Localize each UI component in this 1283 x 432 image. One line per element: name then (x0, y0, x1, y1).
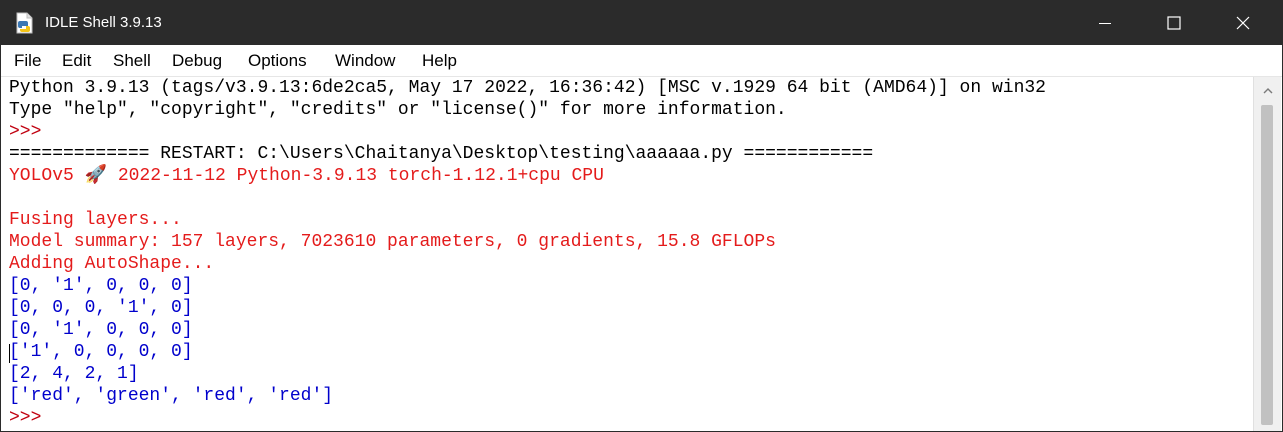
stdout-line: [0, 0, 0, '1', 0] (9, 298, 193, 318)
close-icon (1236, 16, 1250, 30)
menu-options[interactable]: Options (248, 51, 307, 71)
stderr-line-yolo: YOLOv5 🚀 2022-11-12 Python-3.9.13 torch-… (9, 166, 604, 186)
menu-window[interactable]: Window (335, 51, 395, 71)
stdout-line: [2, 4, 2, 1] (9, 364, 139, 384)
vertical-scrollbar[interactable] (1253, 77, 1281, 431)
scroll-thumb[interactable] (1261, 105, 1273, 425)
menu-edit[interactable]: Edit (62, 51, 91, 71)
shell-prompt: >>> (9, 122, 53, 142)
idle-shell-window: IDLE Shell 3.9.13 File Edit Shell Debug … (0, 0, 1283, 432)
shell-help-line: Type "help", "copyright", "credits" or "… (9, 100, 787, 120)
stderr-line-autoshape: Adding AutoShape... (9, 254, 226, 274)
python-idle-icon (16, 12, 33, 34)
close-button[interactable] (1220, 1, 1266, 45)
shell-input-prompt[interactable]: >>> (9, 407, 52, 429)
menu-file[interactable]: File (14, 51, 41, 71)
menu-help[interactable]: Help (422, 51, 457, 71)
menu-shell[interactable]: Shell (113, 51, 151, 71)
shell-restart-line: ============= RESTART: C:\Users\Chaitany… (9, 144, 874, 164)
minimize-icon (1099, 23, 1111, 24)
text-cursor (9, 344, 10, 363)
stdout-line: [0, '1', 0, 0, 0] (9, 276, 193, 296)
menu-debug[interactable]: Debug (172, 51, 222, 71)
maximize-icon (1167, 16, 1181, 30)
stderr-line-summary: Model summary: 157 layers, 7023610 param… (9, 232, 776, 252)
stdout-line: [0, '1', 0, 0, 0] (9, 320, 193, 340)
minimize-button[interactable] (1082, 1, 1128, 45)
stderr-line-fusing: Fusing layers... (9, 210, 193, 230)
chevron-up-icon (1263, 88, 1272, 94)
window-title: IDLE Shell 3.9.13 (45, 14, 162, 31)
shell-banner-line: Python 3.9.13 (tags/v3.9.13:6de2ca5, May… (9, 78, 1046, 98)
stdout-line: ['1', 0, 0, 0, 0] (9, 342, 193, 362)
title-bar[interactable]: IDLE Shell 3.9.13 (1, 1, 1282, 45)
stdout-line: ['red', 'green', 'red', 'red'] (9, 386, 334, 406)
maximize-button[interactable] (1151, 1, 1197, 45)
scroll-up-button[interactable] (1254, 83, 1281, 99)
shell-output-area[interactable]: Python 3.9.13 (tags/v3.9.13:6de2ca5, May… (5, 77, 1250, 431)
menu-bar: File Edit Shell Debug Options Window Hel… (1, 45, 1282, 77)
